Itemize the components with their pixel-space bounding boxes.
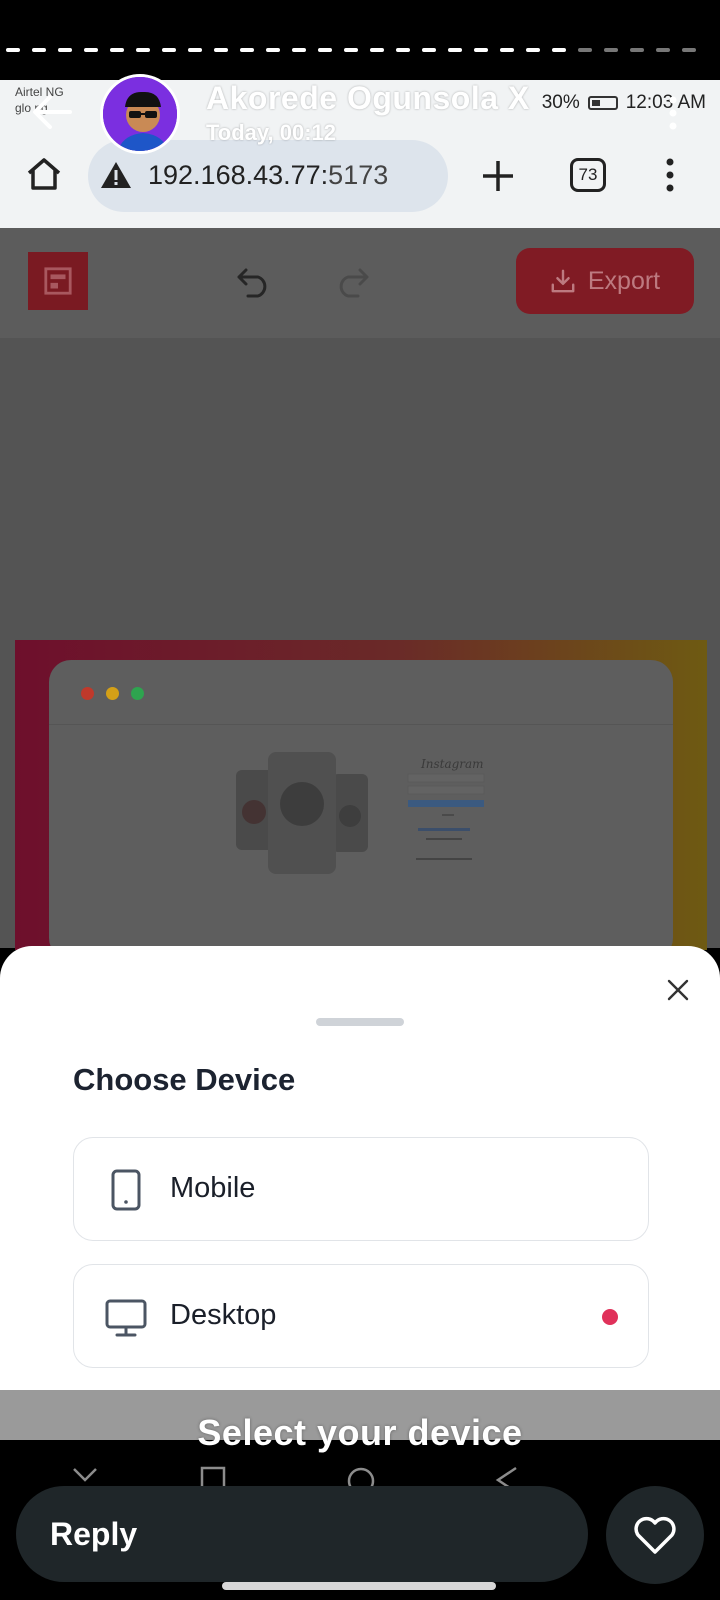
redo-icon[interactable] xyxy=(334,266,370,298)
selected-indicator xyxy=(602,1309,618,1325)
progress-segment xyxy=(448,48,462,52)
progress-segment xyxy=(318,48,332,52)
progress-segment xyxy=(370,48,384,52)
avatar[interactable] xyxy=(100,74,180,154)
story-timestamp: Today, 00:12 xyxy=(206,120,337,145)
download-icon xyxy=(551,269,575,293)
warning-icon[interactable] xyxy=(100,160,132,190)
progress-segment xyxy=(526,48,540,52)
reply-placeholder[interactable]: Reply xyxy=(50,1516,137,1553)
story-caption: Select your device xyxy=(197,1412,523,1453)
progress-segment xyxy=(552,48,566,52)
circle-nav-icon xyxy=(347,1467,375,1488)
url-text[interactable]: 192.168.43.77:5173 xyxy=(148,160,388,191)
like-button[interactable] xyxy=(606,1486,704,1584)
battery-icon xyxy=(587,96,618,110)
progress-segment xyxy=(136,48,150,52)
monitor-icon xyxy=(105,1299,147,1337)
sheet-title: Choose Device xyxy=(73,1062,296,1097)
plus-icon[interactable] xyxy=(478,156,518,196)
triangle-back-nav-icon xyxy=(495,1466,517,1488)
story-author-name[interactable]: Akorede Ogunsola X xyxy=(206,80,530,117)
progress-segment xyxy=(84,48,98,52)
home-icon[interactable] xyxy=(24,154,64,194)
layout-icon[interactable] xyxy=(28,252,88,310)
progress-segment xyxy=(396,48,410,52)
story-more-icon[interactable] xyxy=(668,96,678,130)
progress-segment xyxy=(32,48,46,52)
progress-segment xyxy=(188,48,202,52)
export-button[interactable]: Export xyxy=(516,248,694,314)
progress-segment xyxy=(474,48,488,52)
progress-segment xyxy=(292,48,306,52)
arrow-left-icon[interactable] xyxy=(30,92,72,132)
preview-phones-image xyxy=(236,752,368,874)
export-label: Export xyxy=(587,266,661,295)
progress-segment xyxy=(682,48,696,52)
close-icon[interactable] xyxy=(666,978,690,1002)
tab-switcher-button[interactable]: 73 xyxy=(570,158,606,192)
preview-brand-text: Instagram xyxy=(421,757,484,771)
device-option-label: Mobile xyxy=(170,1172,256,1204)
tab-count: 73 xyxy=(578,165,598,184)
heart-icon xyxy=(634,1516,676,1554)
url-host: 192.168.43.77: xyxy=(148,160,329,190)
progress-segment xyxy=(500,48,514,52)
progress-segment xyxy=(58,48,72,52)
window-dot-yellow xyxy=(106,687,119,700)
progress-segment xyxy=(266,48,280,52)
preview-window-divider xyxy=(49,724,673,725)
progress-segment xyxy=(214,48,228,52)
smartphone-icon xyxy=(111,1169,141,1211)
more-vertical-icon[interactable] xyxy=(664,158,676,192)
progress-segment xyxy=(110,48,124,52)
progress-segment xyxy=(656,48,670,52)
device-option-desktop[interactable]: Desktop xyxy=(73,1264,649,1368)
progress-segment xyxy=(344,48,358,52)
progress-segment xyxy=(6,48,20,52)
device-option-label: Desktop xyxy=(170,1299,277,1331)
undo-icon[interactable] xyxy=(236,266,272,298)
progress-segment xyxy=(630,48,644,52)
preview-login-form xyxy=(407,773,485,860)
battery-percent: 30% xyxy=(541,92,580,113)
home-indicator[interactable] xyxy=(222,1582,496,1590)
progress-segment xyxy=(604,48,618,52)
window-dot-red xyxy=(81,687,94,700)
progress-segment xyxy=(422,48,436,52)
square-nav-icon xyxy=(200,1466,226,1488)
sheet-drag-handle[interactable] xyxy=(316,1018,404,1026)
chevron-down-icon xyxy=(73,1468,97,1482)
device-option-mobile[interactable]: Mobile xyxy=(73,1137,649,1241)
clock: 12:03 AM xyxy=(625,92,706,113)
status-bar-right: 30% 12:03 AM xyxy=(542,92,706,114)
progress-segment xyxy=(162,48,176,52)
window-dot-green xyxy=(131,687,144,700)
progress-segment xyxy=(240,48,254,52)
progress-segment xyxy=(578,48,592,52)
url-port: 5173 xyxy=(328,160,389,190)
